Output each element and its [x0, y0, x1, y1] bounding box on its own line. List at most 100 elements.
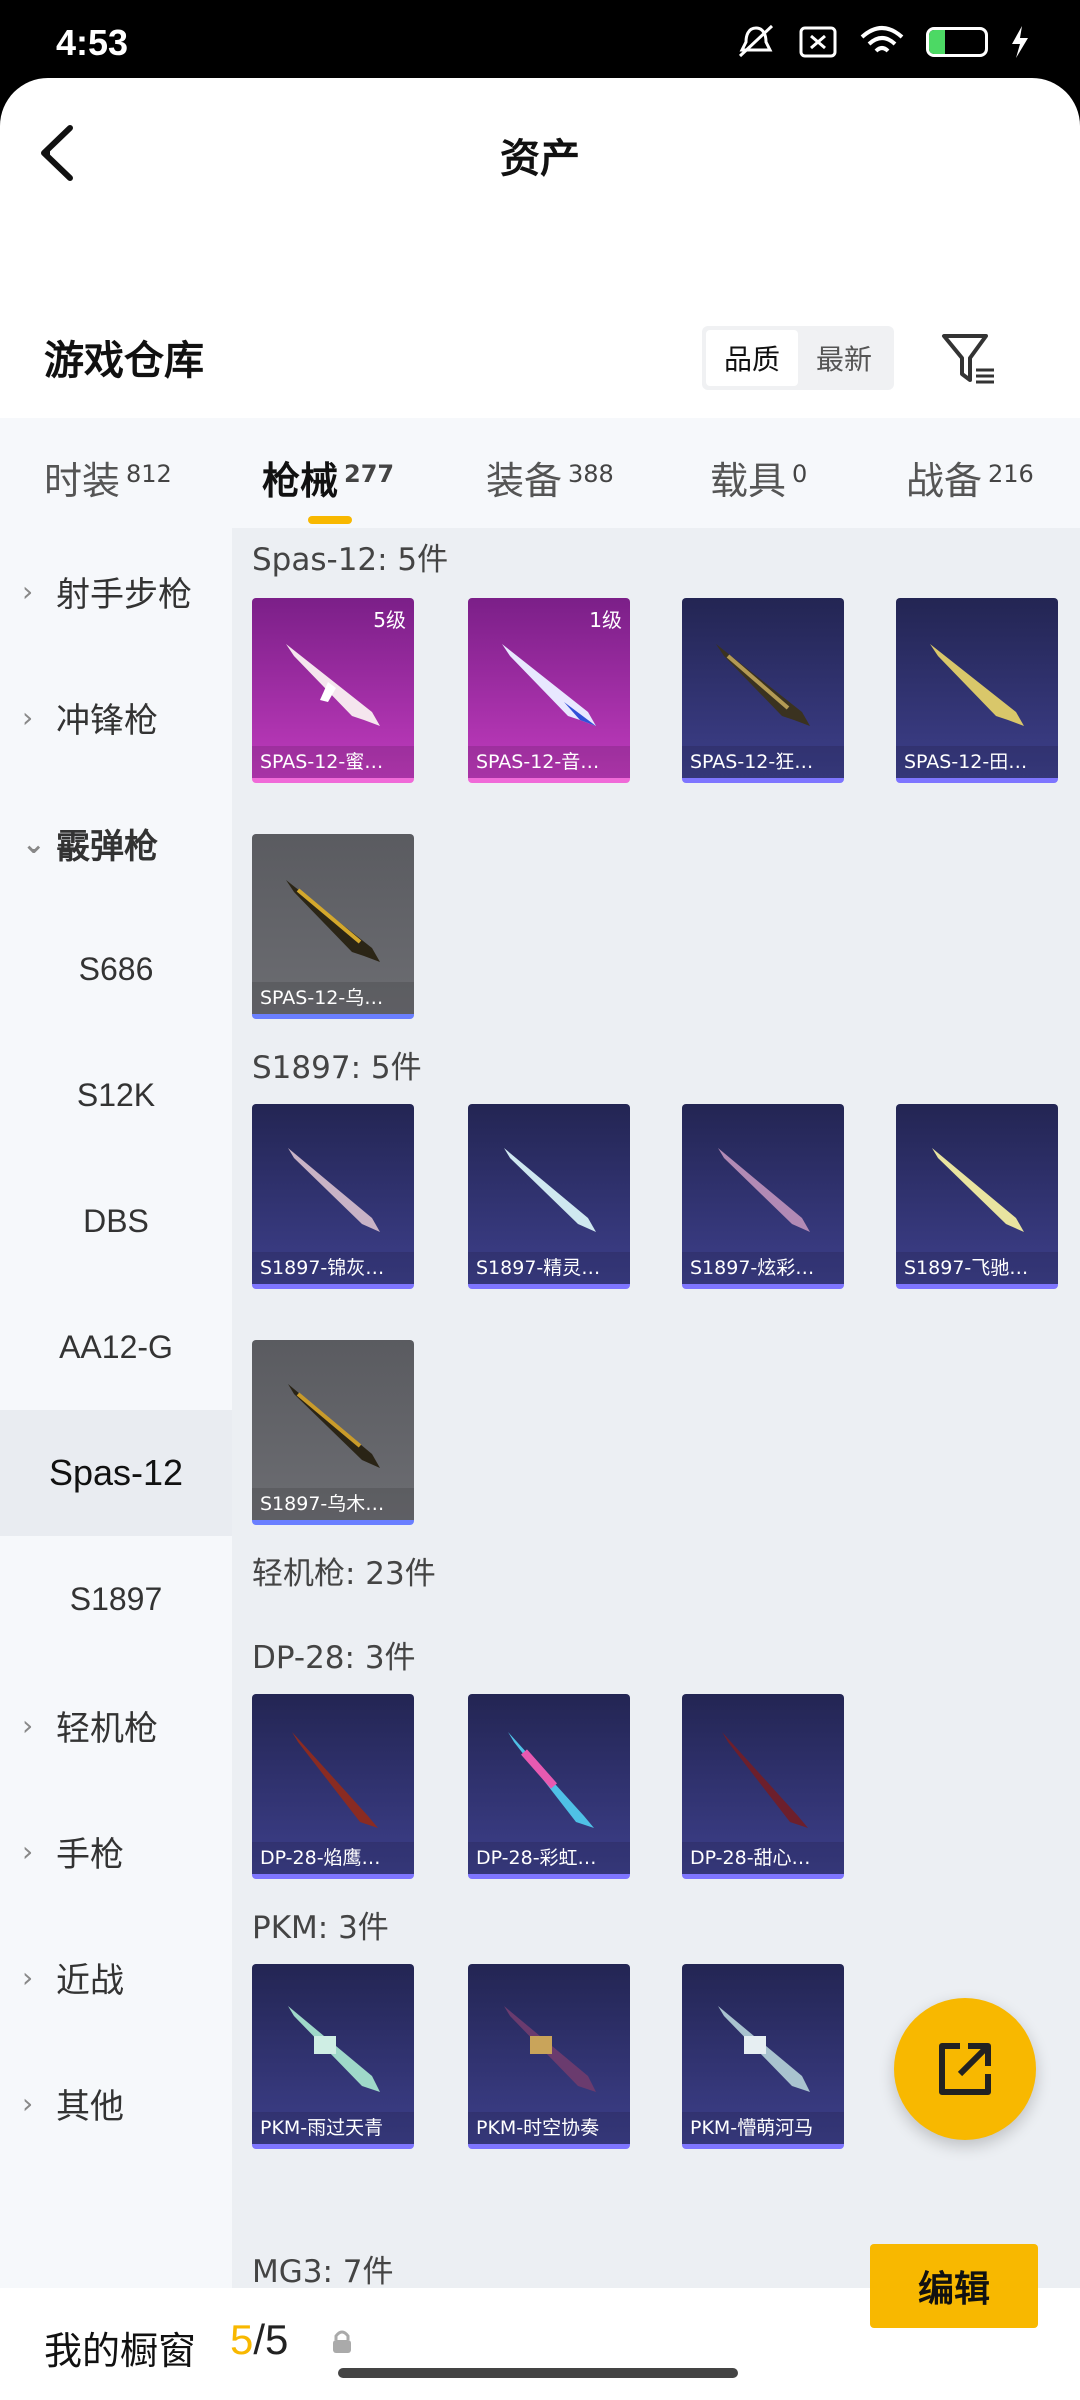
showcase-total: 5: [265, 2316, 289, 2363]
tab-label: 战备: [906, 459, 983, 503]
chevron-right-icon: ›: [22, 1834, 34, 1868]
item-name: S1897-精灵…: [468, 1252, 630, 1284]
weapon-card[interactable]: PKM-雨过天青: [252, 1964, 414, 2149]
weapon-card[interactable]: S1897-乌木…: [252, 1340, 414, 1525]
weapon-card[interactable]: PKM-懵萌河马: [682, 1964, 844, 2149]
sidebar-item-dbs[interactable]: DBS: [0, 1158, 232, 1284]
shotgun-skin-icon: [930, 644, 1024, 726]
item-name: S1897-炫彩…: [682, 1252, 844, 1284]
item-name: SPAS-12-乌…: [252, 982, 414, 1014]
weapon-card[interactable]: S1897-精灵…: [468, 1104, 630, 1289]
sidebar-item-marksman[interactable]: › 射手步枪: [0, 528, 232, 654]
lock-icon: [333, 2330, 351, 2353]
group-title-spas12: Spas-12: 5件: [252, 542, 449, 578]
tab-count: 0: [792, 460, 808, 488]
item-name: S1897-乌木…: [252, 1488, 414, 1520]
sidebar-item-s12k[interactable]: S12K: [0, 1032, 232, 1158]
weapon-card[interactable]: S1897-锦灰…: [252, 1104, 414, 1289]
sort-toggle: 品质 最新: [702, 326, 894, 390]
sidebar-item-label: 手枪: [56, 1834, 124, 1875]
tab-firearms[interactable]: 枪械 277: [262, 450, 394, 505]
weapon-card[interactable]: SPAS-12-田…: [896, 598, 1058, 783]
shotgun-skin-icon: [718, 1148, 810, 1232]
weapon-card[interactable]: S1897-飞驰…: [896, 1104, 1058, 1289]
sidebar-item-label: 霰弹枪: [56, 826, 158, 867]
item-name: DP-28-焰鹰…: [252, 1842, 414, 1874]
weapon-card[interactable]: PKM-时空协奏: [468, 1964, 630, 2149]
weapon-card[interactable]: SPAS-12-狂…: [682, 598, 844, 783]
sidebar-item-label: 近战: [56, 1960, 124, 2001]
status-time: 4:53: [56, 22, 129, 63]
item-name: SPAS-12-蜜…: [252, 746, 414, 778]
tab-vehicles[interactable]: 载具 0: [710, 450, 807, 505]
chevron-right-icon: ›: [22, 574, 34, 608]
sidebar-item-shotgun[interactable]: ⌄ 霰弹枪: [0, 780, 232, 906]
share-fab-button[interactable]: [894, 1998, 1036, 2140]
tab-count: 277: [344, 460, 395, 488]
category-tabs: 时装 812 枪械 277 装备 388 载具 0 战备 216: [0, 418, 1080, 528]
home-indicator[interactable]: [338, 2368, 738, 2378]
filter-icon[interactable]: [938, 324, 998, 394]
weapon-card[interactable]: DP-28-焰鹰…: [252, 1694, 414, 1879]
shotgun-skin-icon: [932, 1148, 1024, 1232]
weapon-type-sidebar: › 射手步枪 › 冲锋枪 ⌄ 霰弹枪 S686 S12K DBS AA12-G Spa…: [0, 528, 232, 2288]
item-name: PKM-雨过天青: [252, 2112, 414, 2144]
sidebar-item-s1897[interactable]: S1897: [0, 1536, 232, 1662]
item-name: DP-28-彩虹…: [468, 1842, 630, 1874]
sidebar-item-spas12[interactable]: Spas-12: [0, 1410, 232, 1536]
edit-button[interactable]: 编辑: [870, 2244, 1038, 2328]
showcase-current: 5: [230, 2316, 254, 2363]
wifi-icon: [860, 26, 904, 53]
sidebar-item-smg[interactable]: › 冲锋枪: [0, 654, 232, 780]
weapon-card[interactable]: 1级 SPAS-12-音…: [468, 598, 630, 783]
chevron-right-icon: ›: [22, 1708, 34, 1742]
item-name: SPAS-12-音…: [468, 746, 630, 778]
status-bar: 4:53 28: [0, 0, 1080, 80]
lmg-skin-icon: [504, 2006, 596, 2092]
sidebar-item-other[interactable]: › 其他: [0, 2040, 232, 2166]
sidebar-item-aa12g[interactable]: AA12-G: [0, 1284, 232, 1410]
battery-level: 28: [945, 31, 969, 53]
lmg-skin-icon: [718, 2006, 810, 2092]
sidebar-item-s686[interactable]: S686: [0, 906, 232, 1032]
weapon-card[interactable]: S1897-炫彩…: [682, 1104, 844, 1289]
sidebar-item-melee[interactable]: › 近战: [0, 1914, 232, 2040]
chevron-right-icon: ›: [22, 2086, 34, 2120]
tab-supplies[interactable]: 战备 216: [906, 450, 1034, 505]
item-name: PKM-懵萌河马: [682, 2112, 844, 2144]
tab-label: 时装: [44, 459, 121, 503]
item-name: S1897-锦灰…: [252, 1252, 414, 1284]
weapon-card[interactable]: DP-28-甜心…: [682, 1694, 844, 1879]
item-name: SPAS-12-田…: [896, 746, 1058, 778]
sidebar-item-label: 射手步枪: [56, 574, 192, 615]
lmg-skin-icon: [722, 1732, 808, 1828]
sidebar-item-lmg[interactable]: › 轻机枪: [0, 1662, 232, 1788]
item-name: SPAS-12-狂…: [682, 746, 844, 778]
mute-icon: [738, 24, 774, 58]
tab-count: 388: [568, 460, 614, 488]
battery-icon: 28: [926, 27, 988, 57]
group-title-mg3: MG3: 7件: [252, 2254, 394, 2288]
sort-latest-button[interactable]: 最新: [798, 330, 890, 386]
weapon-card[interactable]: SPAS-12-乌…: [252, 834, 414, 1019]
tab-label: 载具: [710, 459, 787, 503]
lmg-skin-icon: [292, 1732, 378, 1828]
sidebar-item-label: 冲锋枪: [56, 700, 158, 741]
group-title-s1897: S1897: 5件: [252, 1050, 422, 1086]
weapon-card[interactable]: DP-28-彩虹…: [468, 1694, 630, 1879]
shotgun-skin-icon: [286, 644, 380, 726]
tab-fashion[interactable]: 时装 812: [44, 450, 172, 505]
group-title-lmg: 轻机枪: 23件: [252, 1556, 436, 1592]
item-name: DP-28-甜心…: [682, 1842, 844, 1874]
chevron-right-icon: ›: [22, 1960, 34, 1994]
sidebar-item-pistol[interactable]: › 手枪: [0, 1788, 232, 1914]
tab-equipment[interactable]: 装备 388: [486, 450, 614, 505]
status-icons: 28: [736, 24, 1030, 60]
shotgun-skin-icon: [716, 644, 810, 726]
sort-quality-button[interactable]: 品质: [706, 330, 798, 386]
weapon-card[interactable]: 5级 SPAS-12-蜜…: [252, 598, 414, 783]
lmg-skin-icon: [288, 2006, 380, 2092]
active-tab-indicator: [308, 516, 352, 524]
asset-panel: 资产 游戏仓库 品质 最新 时装 812 枪械 277 装备 388 载具 0 战备 21…: [0, 78, 1080, 2400]
group-title-dp28: DP-28: 3件: [252, 1640, 416, 1676]
